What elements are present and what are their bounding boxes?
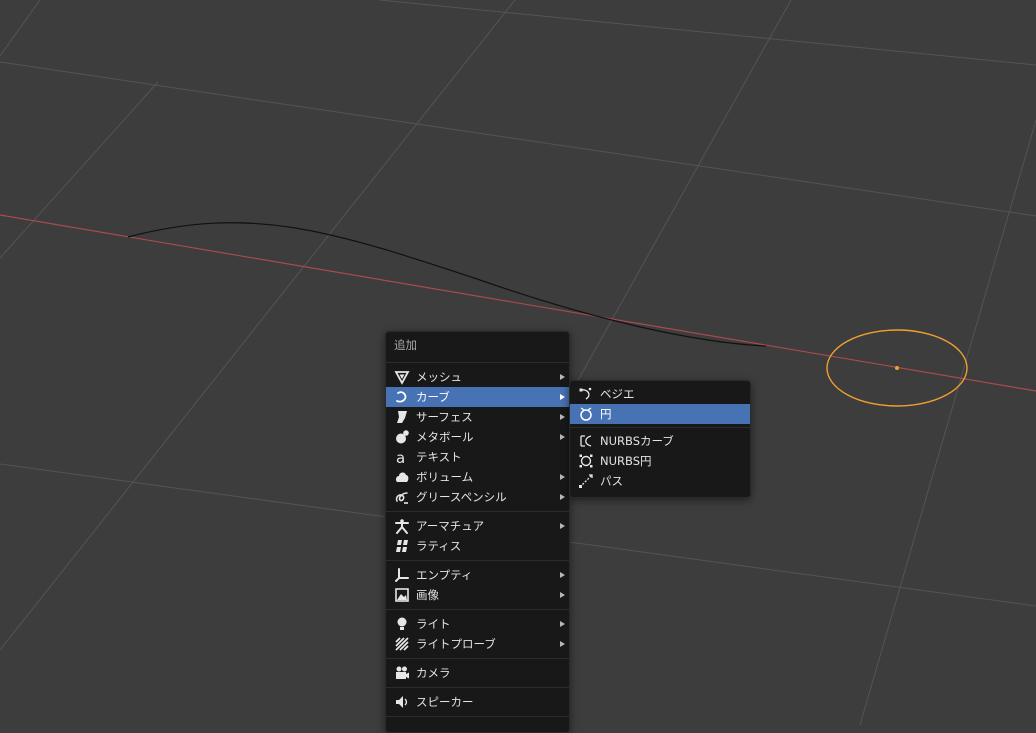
light-probe-icon xyxy=(394,636,410,652)
submenu-item-bezier[interactable]: ベジエ xyxy=(570,384,750,404)
menu-item-label: スピーカー xyxy=(416,695,474,709)
menu-item-label: メタボール xyxy=(416,430,474,444)
lattice-icon xyxy=(394,538,410,554)
menu-separator xyxy=(570,427,750,428)
submenu-arrow-icon xyxy=(560,494,565,500)
menu-item-label: ライトプローブ xyxy=(416,637,496,651)
menu-item-label: サーフェス xyxy=(416,410,473,424)
menu-separator xyxy=(386,658,569,659)
volume-icon xyxy=(394,469,410,485)
nurbs-circle-icon xyxy=(578,453,594,469)
camera-icon xyxy=(394,665,410,681)
grease-pencil-icon xyxy=(394,489,410,505)
speaker-icon xyxy=(394,694,410,710)
menu-item-metaball[interactable]: メタボール xyxy=(386,427,569,447)
surface-icon xyxy=(394,409,410,425)
menu-item-label: ラティス xyxy=(416,539,462,553)
submenu-arrow-icon xyxy=(560,572,565,578)
circle-icon xyxy=(578,406,594,422)
menu-item-mesh[interactable]: メッシュ xyxy=(386,367,569,387)
submenu-arrow-icon xyxy=(560,394,565,400)
add-menu: 追加 メッシュ カーブ サーフェス メタボール a テキスト ボリューム グリー… xyxy=(385,331,570,733)
submenu-item-label: 円 xyxy=(600,407,612,421)
menu-item-speaker[interactable]: スピーカー xyxy=(386,692,569,712)
nurbs-curve-icon xyxy=(578,433,594,449)
menu-separator xyxy=(386,687,569,688)
menu-item-label: カーブ xyxy=(416,390,450,404)
menu-item-grease-pencil[interactable]: グリースペンシル xyxy=(386,487,569,507)
menu-separator xyxy=(386,609,569,610)
object-origin-dot xyxy=(895,366,899,370)
menu-item-label: テキスト xyxy=(416,450,462,464)
menu-item-image[interactable]: 画像 xyxy=(386,585,569,605)
menu-item-text[interactable]: a テキスト xyxy=(386,447,569,467)
submenu-item-label: パス xyxy=(600,474,623,488)
submenu-item-label: ベジエ xyxy=(600,387,635,401)
submenu-arrow-icon xyxy=(560,414,565,420)
submenu-arrow-icon xyxy=(560,592,565,598)
menu-item-label: メッシュ xyxy=(416,370,462,384)
menu-item-curve[interactable]: カーブ xyxy=(386,387,569,407)
menu-item-label: アーマチュア xyxy=(416,519,485,533)
curve-icon xyxy=(394,389,410,405)
image-icon xyxy=(394,587,410,603)
submenu-arrow-icon xyxy=(560,434,565,440)
submenu-item-nurbs-curve[interactable]: NURBSカーブ xyxy=(570,431,750,451)
menu-item-label: カメラ xyxy=(416,666,451,680)
menu-separator xyxy=(386,716,569,717)
add-menu-title: 追加 xyxy=(394,338,417,352)
armature-icon xyxy=(394,518,410,534)
svg-text:a: a xyxy=(396,449,405,465)
submenu-item-nurbs-circle[interactable]: NURBS円 xyxy=(570,451,750,471)
submenu-arrow-icon xyxy=(560,641,565,647)
bezier-icon xyxy=(578,386,594,402)
menu-item-label: エンプティ xyxy=(416,568,473,582)
menu-item-label: ライト xyxy=(416,617,451,631)
menu-item-empty[interactable]: エンプティ xyxy=(386,565,569,585)
light-icon xyxy=(394,616,410,632)
menu-separator xyxy=(386,560,569,561)
menu-separator xyxy=(386,511,569,512)
empty-icon xyxy=(394,567,410,583)
mesh-icon xyxy=(394,369,410,385)
menu-item-lattice[interactable]: ラティス xyxy=(386,536,569,556)
curve-submenu: ベジエ 円 NURBSカーブ NURBS円 パス xyxy=(569,380,751,498)
menu-item-armature[interactable]: アーマチュア xyxy=(386,516,569,536)
menu-item-surface[interactable]: サーフェス xyxy=(386,407,569,427)
menu-item-light[interactable]: ライト xyxy=(386,614,569,634)
menu-item-label: グリースペンシル xyxy=(416,490,507,504)
submenu-item-label: NURBSカーブ xyxy=(600,434,674,448)
submenu-item-circle[interactable]: 円 xyxy=(570,404,750,424)
menu-item-volume[interactable]: ボリューム xyxy=(386,467,569,487)
submenu-item-path[interactable]: パス xyxy=(570,471,750,491)
menu-separator xyxy=(386,362,569,363)
submenu-arrow-icon xyxy=(560,523,565,529)
menu-item-camera[interactable]: カメラ xyxy=(386,663,569,683)
submenu-item-label: NURBS円 xyxy=(600,454,652,468)
menu-item-label: 画像 xyxy=(416,588,439,602)
submenu-arrow-icon xyxy=(560,474,565,480)
menu-item-light-probe[interactable]: ライトプローブ xyxy=(386,634,569,654)
submenu-arrow-icon xyxy=(560,621,565,627)
menu-item-label: ボリューム xyxy=(416,470,474,484)
path-icon xyxy=(578,473,594,489)
submenu-arrow-icon xyxy=(560,374,565,380)
text-icon: a xyxy=(394,449,410,465)
metaball-icon xyxy=(394,429,410,445)
